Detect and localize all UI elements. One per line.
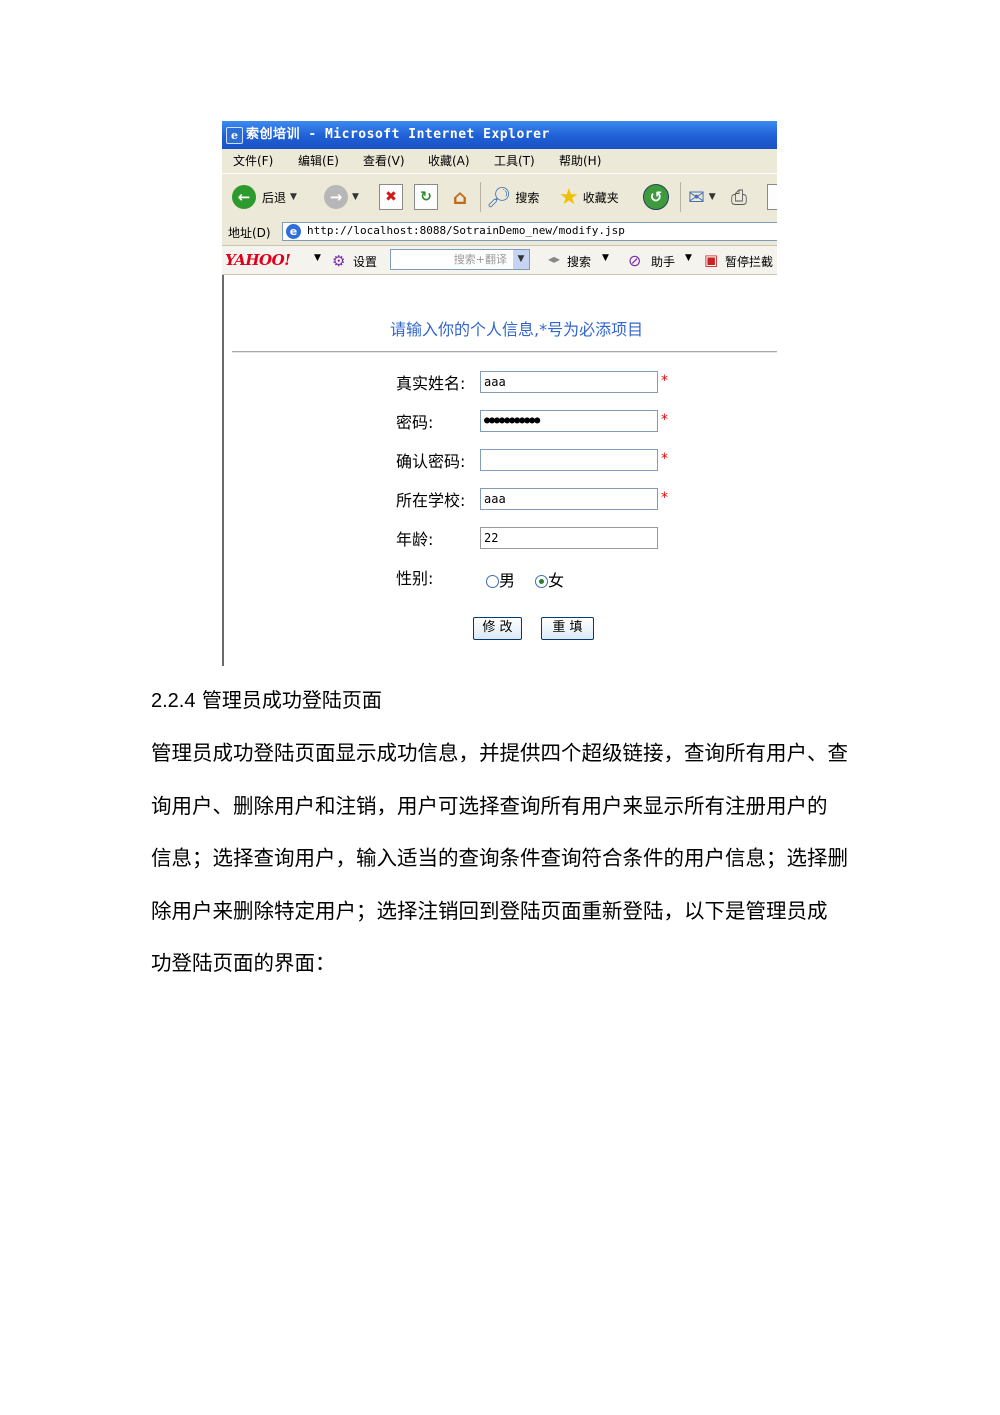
menu-tools[interactable]: 工具(T) [494, 149, 535, 173]
chevron-down-icon[interactable]: ▼ [602, 253, 609, 263]
divider [232, 351, 777, 353]
required-marker: * [661, 412, 668, 428]
gender-label: 性别: [396, 569, 434, 588]
password-label: 密码: [396, 413, 434, 432]
password-input[interactable]: ●●●●●●●●●●● [480, 410, 658, 432]
chevron-down-icon: ▼ [708, 192, 716, 202]
yahoo-toolbar: YAHOO! ▼ ⚙ 设置 搜索+翻译 ▼ ◂▸ 搜索 ▼ ⊘ 助手 ▼ ▣ 暂… [222, 246, 777, 275]
menu-view[interactable]: 查看(V) [363, 149, 405, 173]
yahoo-search-input[interactable]: 搜索+翻译 ▼ [390, 249, 530, 270]
gear-icon: ⚙ [332, 252, 346, 270]
compass-icon: ⊘ [628, 251, 642, 270]
required-marker: * [661, 451, 668, 467]
male-radio[interactable] [486, 575, 499, 588]
paragraph-line: 功登陆页面的界面： [151, 951, 336, 975]
yahoo-search-button[interactable]: 搜索 [567, 253, 591, 270]
title-bar: e 索创培训 - Microsoft Internet Explorer [222, 121, 777, 149]
form-heading: 请输入你的个人信息,*号为必添项目 [390, 320, 644, 339]
address-label: 地址(D) [228, 226, 271, 240]
reset-button[interactable]: 重 填 [541, 617, 594, 640]
history-icon: ↺ [643, 184, 669, 210]
chevron-down-icon[interactable]: ▼ [314, 253, 321, 263]
gender-male-option[interactable]: 男 [486, 567, 515, 591]
stop-button[interactable]: ✖ [379, 182, 403, 212]
toolbar: ← 后退 ▼ → ▼ ✖ ↻ ⌂ 🔎︎ 搜索 ★ 收藏夹 ↺ ✉ ▼ ⎙ [222, 173, 777, 221]
address-bar: 地址(D) e http://localhost:8088/SotrainDem… [222, 220, 777, 246]
required-marker: * [661, 373, 668, 389]
refresh-icon: ↻ [414, 184, 438, 210]
paragraph-line: 信息；选择查询用户，输入适当的查询条件查询符合条件的用户信息；选择删 [151, 846, 848, 870]
browser-screenshot: e 索创培训 - Microsoft Internet Explorer 文件(… [222, 121, 777, 666]
confirm-password-input[interactable] [480, 449, 658, 471]
age-input[interactable]: 22 [480, 527, 658, 549]
star-icon: ★ [559, 184, 579, 210]
chevron-down-icon: ▼ [290, 192, 297, 202]
menu-help[interactable]: 帮助(H) [559, 149, 601, 173]
real-name-input[interactable]: aaa [480, 371, 658, 393]
chevron-down-icon[interactable]: ▼ [685, 253, 692, 263]
menu-file[interactable]: 文件(F) [233, 149, 273, 173]
mail-button[interactable]: ✉ ▼ [688, 182, 716, 212]
search-placeholder: 搜索+翻译 [453, 253, 507, 266]
address-url: http://localhost:8088/SotrainDemo_new/mo… [307, 224, 625, 237]
real-name-label: 真实姓名: [396, 374, 466, 393]
modify-button[interactable]: 修 改 [473, 617, 522, 640]
required-marker: * [661, 490, 668, 506]
search-icon: 🔎︎ [486, 185, 512, 209]
chevron-down-icon[interactable]: ▼ [513, 250, 529, 269]
ie-page-icon: e [226, 127, 243, 144]
window-title: 索创培训 - Microsoft Internet Explorer [246, 127, 550, 142]
back-arrow-icon: ← [232, 185, 256, 209]
home-icon: ⌂ [452, 185, 468, 209]
paragraph-line: 询用户、删除用户和注销，用户可选择查询所有用户来显示所有注册用户的 [151, 793, 828, 818]
search-button[interactable]: 🔎︎ 搜索 [486, 182, 539, 212]
address-input[interactable]: e http://localhost:8088/SotrainDemo_new/… [282, 222, 777, 241]
menu-edit[interactable]: 编辑(E) [298, 149, 339, 173]
age-label: 年龄: [396, 530, 434, 549]
section-number: 2.2.4 [151, 690, 196, 712]
edit-button[interactable] [767, 182, 777, 212]
forward-button[interactable]: → ▼ [324, 182, 359, 212]
favorites-button[interactable]: ★ 收藏夹 [559, 182, 619, 212]
search-label: 搜索 [515, 190, 540, 205]
male-label: 男 [499, 571, 516, 590]
menu-favorites[interactable]: 收藏(A) [428, 149, 470, 173]
chevron-down-icon: ▼ [352, 192, 359, 202]
printer-icon: ⎙ [731, 185, 747, 209]
favorites-label: 收藏夹 [582, 190, 619, 205]
school-input[interactable]: aaa [480, 488, 658, 510]
yahoo-logo[interactable]: YAHOO! [225, 251, 291, 269]
mail-icon: ✉ [688, 185, 705, 209]
female-label: 女 [548, 571, 565, 590]
edit-icon [767, 184, 777, 210]
section-heading: 2.2.4 管理员成功登陆页面 [151, 684, 382, 713]
school-label: 所在学校: [396, 491, 466, 510]
home-button[interactable]: ⌂ [448, 182, 472, 212]
popup-blocker-icon: ▣ [704, 251, 719, 269]
toolbar-divider [680, 182, 681, 212]
stop-icon: ✖ [379, 184, 403, 210]
grip-icon: ◂▸ [548, 252, 561, 266]
menu-bar: 文件(F) 编辑(E) 查看(V) 收藏(A) 工具(T) 帮助(H) [222, 149, 777, 173]
gender-female-option[interactable]: 女 [535, 567, 564, 591]
settings-button[interactable]: 设置 [353, 253, 377, 270]
paragraph-line: 管理员成功登陆页面显示成功信息，并提供四个超级链接，查询所有用户、查 [151, 741, 848, 765]
body-paragraph: 管理员成功登陆页面显示成功信息，并提供四个超级链接，查询所有用户、查 询用户、删… [151, 727, 851, 990]
back-button[interactable]: ← 后退 ▼ [232, 182, 297, 212]
confirm-password-label: 确认密码: [396, 452, 466, 471]
toolbar-divider [480, 182, 481, 212]
helper-button[interactable]: 助手 [651, 253, 675, 270]
female-radio[interactable] [535, 575, 548, 588]
paragraph-line: 除用户来删除特定用户；选择注销回到登陆页面重新登陆，以下是管理员成 [151, 898, 828, 923]
print-button[interactable]: ⎙ [731, 182, 747, 212]
forward-arrow-icon: → [324, 185, 348, 209]
refresh-button[interactable]: ↻ [414, 182, 438, 212]
page-icon: e [286, 224, 301, 239]
back-label: 后退 [262, 190, 287, 205]
section-title: 管理员成功登陆页面 [201, 688, 382, 712]
history-button[interactable]: ↺ [643, 182, 669, 212]
page-content: 请输入你的个人信息,*号为必添项目 真实姓名: aaa * 密码: ●●●●●●… [222, 275, 777, 666]
popup-block-button[interactable]: 暂停拦截 [725, 253, 773, 270]
